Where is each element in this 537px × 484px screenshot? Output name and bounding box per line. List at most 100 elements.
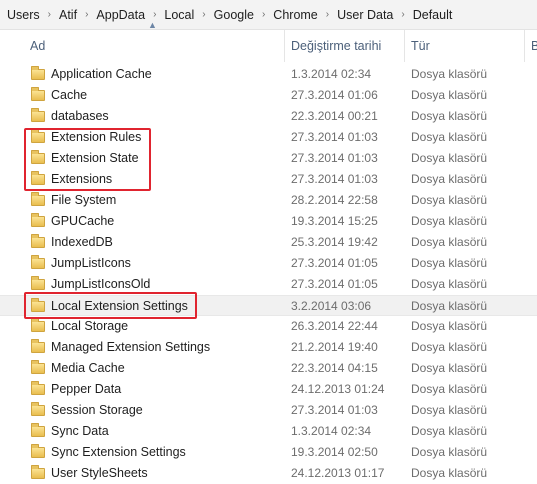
folder-row[interactable]: Extensions 27.3.2014 01:03 Dosya klasörü bbox=[0, 169, 537, 190]
item-type: Dosya klasörü bbox=[411, 151, 488, 165]
column-header: ▲ Ad Değiştirme tarihi Tür B bbox=[0, 20, 537, 62]
breadcrumb-item[interactable]: Default bbox=[410, 8, 456, 22]
folder-row[interactable]: Local Extension Settings 3.2.2014 03:06 Do… bbox=[0, 295, 537, 316]
modified-date: 27.3.2014 01:05 bbox=[291, 256, 378, 270]
item-type: Dosya klasörü bbox=[411, 466, 488, 480]
folder-row[interactable]: Extension Rules 27.3.2014 01:03 Dosya klas… bbox=[0, 127, 537, 148]
breadcrumb-item[interactable]: Google bbox=[211, 8, 257, 22]
sort-ascending-icon[interactable]: ▲ bbox=[148, 20, 157, 30]
item-type: Dosya klasörü bbox=[411, 172, 488, 186]
folder-icon bbox=[31, 318, 45, 332]
item-type: Dosya klasörü bbox=[411, 445, 488, 459]
modified-date: 1.3.2014 02:34 bbox=[291, 424, 372, 438]
folder-name: Session Storage bbox=[51, 403, 143, 417]
breadcrumb-item[interactable]: Local bbox=[161, 8, 197, 22]
folder-icon bbox=[31, 213, 45, 227]
folder-row[interactable]: Cache 27.3.2014 01:06 Dosya klasörü bbox=[0, 85, 537, 106]
column-header-date[interactable]: Değiştirme tarihi bbox=[284, 30, 404, 62]
breadcrumb-item[interactable]: AppData bbox=[93, 8, 148, 22]
breadcrumb-separator-icon[interactable]: › bbox=[197, 9, 210, 20]
folder-name: Sync Data bbox=[51, 424, 109, 438]
folder-icon bbox=[31, 192, 45, 206]
breadcrumb-item[interactable]: Users bbox=[4, 8, 43, 22]
item-type: Dosya klasörü bbox=[411, 340, 488, 354]
folder-name: File System bbox=[51, 193, 117, 207]
folder-name: IndexedDB bbox=[51, 235, 113, 249]
column-header-type[interactable]: Tür bbox=[404, 30, 524, 62]
item-type: Dosya klasörü bbox=[411, 361, 488, 375]
folder-icon bbox=[31, 465, 45, 479]
folder-icon bbox=[31, 276, 45, 290]
breadcrumb-item[interactable]: Atif bbox=[56, 8, 80, 22]
breadcrumb-separator-icon[interactable]: › bbox=[148, 9, 161, 20]
item-type: Dosya klasörü bbox=[411, 403, 488, 417]
folder-icon bbox=[31, 339, 45, 353]
folder-row[interactable]: IndexedDB 25.3.2014 19:42 Dosya klasörü bbox=[0, 232, 537, 253]
modified-date: 22.3.2014 04:15 bbox=[291, 361, 378, 375]
modified-date: 24.12.2013 01:24 bbox=[291, 382, 385, 396]
breadcrumb-separator-icon[interactable]: › bbox=[321, 9, 334, 20]
item-type: Dosya klasörü bbox=[411, 193, 488, 207]
folder-row[interactable]: User StyleSheets 24.12.2013 01:17 Dosya kl… bbox=[0, 463, 537, 484]
modified-date: 28.2.2014 22:58 bbox=[291, 193, 378, 207]
folder-icon bbox=[31, 66, 45, 80]
folder-name: Cache bbox=[51, 88, 88, 102]
breadcrumb-item[interactable]: Chrome bbox=[270, 8, 320, 22]
folder-row[interactable]: databases 22.3.2014 00:21 Dosya klasörü bbox=[0, 106, 537, 127]
item-type: Dosya klasörü bbox=[411, 67, 488, 81]
modified-date: 25.3.2014 19:42 bbox=[291, 235, 378, 249]
folder-icon bbox=[31, 171, 45, 185]
folder-name: Pepper Data bbox=[51, 382, 122, 396]
folder-row[interactable]: JumpListIconsOld 27.3.2014 01:05 Dosya kla… bbox=[0, 274, 537, 295]
folder-name: JumpListIcons bbox=[51, 256, 131, 270]
breadcrumb-separator-icon[interactable]: › bbox=[257, 9, 270, 20]
folder-row[interactable]: Extension State 27.3.2014 01:03 Dosya klas… bbox=[0, 148, 537, 169]
folder-name: Extensions bbox=[51, 172, 113, 186]
breadcrumb-item[interactable]: User Data bbox=[334, 8, 396, 22]
modified-date: 19.3.2014 02:50 bbox=[291, 445, 378, 459]
folder-row[interactable]: Sync Data 1.3.2014 02:34 Dosya klasörü bbox=[0, 421, 537, 442]
modified-date: 1.3.2014 02:34 bbox=[291, 67, 372, 81]
column-header-name[interactable]: Ad bbox=[24, 30, 283, 62]
modified-date: 21.2.2014 19:40 bbox=[291, 340, 378, 354]
folder-name: databases bbox=[51, 109, 109, 123]
breadcrumb-separator-icon[interactable]: › bbox=[80, 9, 93, 20]
folder-icon bbox=[31, 129, 45, 143]
item-type: Dosya klasörü bbox=[411, 88, 488, 102]
folder-name: JumpListIconsOld bbox=[51, 277, 151, 291]
folder-row[interactable]: Session Storage 27.3.2014 01:03 Dosya klas… bbox=[0, 400, 537, 421]
folder-icon bbox=[31, 87, 45, 101]
item-type: Dosya klasörü bbox=[411, 130, 488, 144]
folder-row[interactable]: Managed Extension Settings 21.2.2014 19:4… bbox=[0, 337, 537, 358]
folder-row[interactable]: Pepper Data 24.12.2013 01:24 Dosya klasörü bbox=[0, 379, 537, 400]
breadcrumb-separator-icon[interactable]: › bbox=[43, 9, 56, 20]
folder-icon bbox=[31, 444, 45, 458]
folder-row[interactable]: File System 28.2.2014 22:58 Dosya klasörü bbox=[0, 190, 537, 211]
folder-row[interactable]: GPUCache 19.3.2014 15:25 Dosya klasörü bbox=[0, 211, 537, 232]
column-header-size[interactable]: B bbox=[524, 30, 537, 62]
folder-icon bbox=[31, 402, 45, 416]
item-type: Dosya klasörü bbox=[411, 256, 488, 270]
modified-date: 24.12.2013 01:17 bbox=[291, 466, 385, 480]
folder-icon bbox=[31, 423, 45, 437]
modified-date: 27.3.2014 01:05 bbox=[291, 277, 378, 291]
folder-name: Extension Rules bbox=[51, 130, 142, 144]
folder-name: Extension State bbox=[51, 151, 139, 165]
modified-date: 19.3.2014 15:25 bbox=[291, 214, 378, 228]
folder-icon bbox=[31, 108, 45, 122]
modified-date: 27.3.2014 01:06 bbox=[291, 88, 378, 102]
folder-row[interactable]: Media Cache 22.3.2014 04:15 Dosya klasörü bbox=[0, 358, 537, 379]
file-list: Application Cache 1.3.2014 02:34 Dosya kla… bbox=[0, 64, 537, 484]
modified-date: 26.3.2014 22:44 bbox=[291, 319, 378, 333]
folder-name: Local Extension Settings bbox=[51, 299, 188, 313]
folder-row[interactable]: JumpListIcons 27.3.2014 01:05 Dosya klasör… bbox=[0, 253, 537, 274]
folder-row[interactable]: Sync Extension Settings 19.3.2014 02:50 Do… bbox=[0, 442, 537, 463]
folder-icon bbox=[31, 381, 45, 395]
folder-name: Local Storage bbox=[51, 319, 129, 333]
folder-row[interactable]: Application Cache 1.3.2014 02:34 Dosya kla… bbox=[0, 64, 537, 85]
folder-icon bbox=[31, 360, 45, 374]
item-type: Dosya klasörü bbox=[411, 214, 488, 228]
folder-icon bbox=[31, 234, 45, 248]
folder-row[interactable]: Local Storage 26.3.2014 22:44 Dosya klasör… bbox=[0, 316, 537, 337]
breadcrumb-separator-icon[interactable]: › bbox=[396, 9, 409, 20]
